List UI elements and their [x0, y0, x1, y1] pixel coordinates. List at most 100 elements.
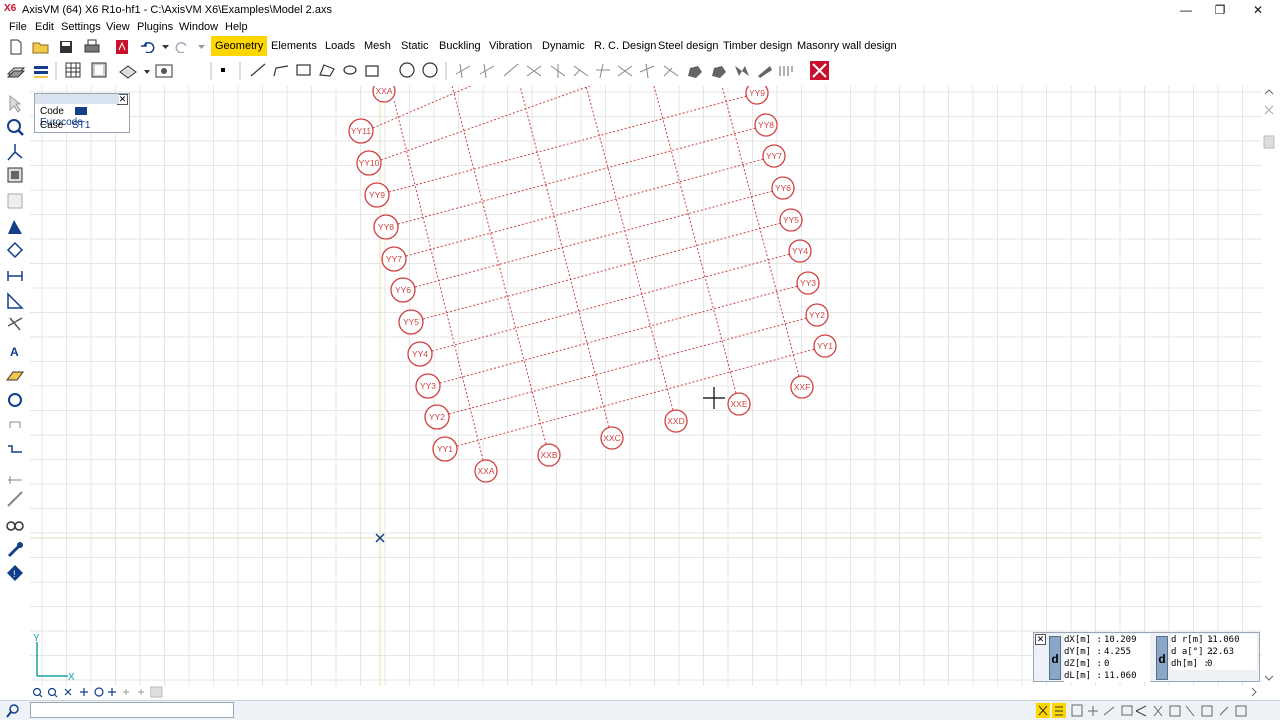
tab-loads[interactable]: Loads	[321, 36, 359, 56]
screenshot-icon[interactable]	[155, 64, 173, 78]
rotate-view-icon[interactable]	[8, 393, 22, 407]
trim-icon[interactable]	[526, 65, 542, 77]
cross-icon[interactable]	[617, 65, 633, 77]
menu-plugins[interactable]: Plugins	[137, 21, 173, 33]
grid-bubble[interactable]: YY11	[348, 118, 374, 144]
select-frame-icon[interactable]	[8, 220, 22, 234]
grid-bubble[interactable]: XXA	[474, 459, 498, 483]
pointer-icon[interactable]	[9, 94, 22, 113]
pan-icon[interactable]	[80, 688, 88, 696]
minimize-button[interactable]: —	[1168, 0, 1204, 20]
tab-steel-design[interactable]: Steel design	[654, 36, 723, 56]
model-canvas[interactable]: YY11 YY10 YY9 YY8 YY7 YY6 YY5 YY4 YY3 YY2 YY1 YY9 YY…	[30, 86, 1262, 686]
grid-bubble[interactable]: YY2	[805, 303, 829, 327]
parts-icon[interactable]	[7, 193, 23, 209]
grid-bubble[interactable]: YY6	[390, 277, 416, 303]
grid-bubble[interactable]: YY1	[432, 436, 458, 462]
grid-bubble[interactable]: YY3	[796, 271, 820, 295]
guide-icon[interactable]	[1185, 705, 1195, 717]
menu-help[interactable]: Help	[225, 21, 248, 33]
grid-bubble[interactable]: XXF	[790, 375, 814, 399]
scroll-right-icon[interactable]	[1251, 687, 1257, 697]
horizontal-scrollbar[interactable]	[141, 686, 1262, 698]
cross-section-icon[interactable]	[9, 421, 21, 428]
grid-bubble[interactable]: XXD	[664, 409, 688, 433]
node-icon[interactable]	[221, 68, 225, 72]
tab-mesh[interactable]: Mesh	[360, 36, 395, 56]
grid-lines-icon[interactable]	[8, 476, 22, 484]
offset-icon[interactable]	[596, 63, 610, 79]
ortho-icon[interactable]	[1071, 704, 1083, 717]
tab-rc-design[interactable]: R. C. Design	[590, 36, 660, 56]
angle-snap-icon[interactable]	[1219, 706, 1229, 716]
warning-icon[interactable]: !	[7, 565, 23, 581]
check-icon[interactable]	[7, 317, 23, 331]
zoom-in-icon[interactable]	[32, 687, 43, 698]
tab-masonry-wall-design[interactable]: Masonry wall design	[793, 36, 901, 56]
print-icon[interactable]	[82, 37, 102, 57]
slope-icon[interactable]	[758, 66, 772, 78]
zoom-fit-icon[interactable]	[64, 688, 72, 696]
circle-icon[interactable]	[399, 62, 415, 78]
menu-window[interactable]: Window	[179, 21, 218, 33]
rectangle-icon[interactable]	[296, 64, 311, 76]
vertical-scrollbar[interactable]	[1262, 86, 1276, 686]
grid-bubble[interactable]: XXB	[537, 443, 561, 467]
hatch-icon[interactable]	[779, 66, 793, 76]
polyline-icon[interactable]	[273, 65, 289, 77]
menu-view[interactable]: View	[106, 21, 130, 33]
break-icon[interactable]	[663, 65, 679, 77]
intersect-domains-icon[interactable]	[735, 66, 749, 76]
arc-icon[interactable]	[422, 62, 438, 78]
extend-icon[interactable]	[503, 63, 519, 77]
coord-close-icon[interactable]: ✕	[1035, 634, 1046, 645]
tab-geometry[interactable]: Geometry	[211, 36, 268, 56]
grid-bubble[interactable]: YY8	[754, 113, 778, 137]
grid-bubble[interactable]: XXE	[727, 392, 751, 416]
redo-icon[interactable]	[172, 37, 192, 57]
grid-bubble[interactable]: YY9	[745, 86, 769, 105]
stories-icon[interactable]	[34, 66, 48, 78]
tab-vibration[interactable]: Vibration	[485, 36, 536, 56]
zoom-out-icon[interactable]	[47, 687, 58, 698]
grid-bubble[interactable]: YY2	[424, 404, 450, 430]
wrench-icon[interactable]	[7, 542, 23, 558]
menu-settings[interactable]: Settings	[61, 21, 101, 33]
plane-icon[interactable]	[6, 371, 24, 381]
hole-icon[interactable]	[712, 66, 726, 78]
polygon-icon[interactable]	[343, 65, 357, 75]
intersect-icon[interactable]	[455, 63, 471, 79]
tab-elements[interactable]: Elements	[267, 36, 321, 56]
grid-bubble[interactable]: YY4	[788, 239, 812, 263]
undo-icon[interactable]	[138, 37, 158, 57]
arc-polygon-icon[interactable]	[365, 65, 379, 77]
pdf-export-icon[interactable]	[112, 37, 132, 57]
layers-icon[interactable]	[6, 67, 26, 78]
grid-bubble[interactable]: XXA	[372, 86, 396, 103]
measure-icon[interactable]	[7, 491, 23, 507]
tab-static[interactable]: Static	[397, 36, 433, 56]
hscroll-thumb[interactable]	[149, 686, 163, 698]
new-file-icon[interactable]	[6, 37, 26, 57]
grid-bubble[interactable]: YY9	[364, 182, 390, 208]
command-input[interactable]	[30, 702, 234, 718]
object-snap-icon[interactable]	[1121, 705, 1133, 716]
grid-bubble[interactable]: YY1	[813, 334, 837, 358]
scroll-close-icon[interactable]	[1264, 105, 1274, 115]
redo-dropdown-icon[interactable]	[192, 37, 212, 57]
grid-bubble[interactable]: XXC	[600, 426, 624, 450]
split-icon[interactable]	[479, 63, 495, 79]
zoom-window-icon[interactable]	[94, 687, 104, 697]
grid-bubble[interactable]: YY4	[407, 341, 433, 367]
report-icon[interactable]	[91, 62, 107, 78]
line-icon[interactable]	[250, 63, 266, 77]
node-move-icon[interactable]	[6, 241, 24, 259]
view-cube-icon[interactable]	[1201, 705, 1213, 717]
scroll-up-icon[interactable]	[1264, 89, 1274, 95]
menu-edit[interactable]: Edit	[35, 21, 54, 33]
constraint-icon[interactable]	[1153, 705, 1163, 717]
grid-bubble[interactable]: YY7	[762, 144, 786, 168]
rotated-rectangle-icon[interactable]	[319, 64, 335, 77]
view-direction-icon[interactable]	[7, 144, 23, 161]
binoculars-icon[interactable]	[6, 521, 24, 531]
